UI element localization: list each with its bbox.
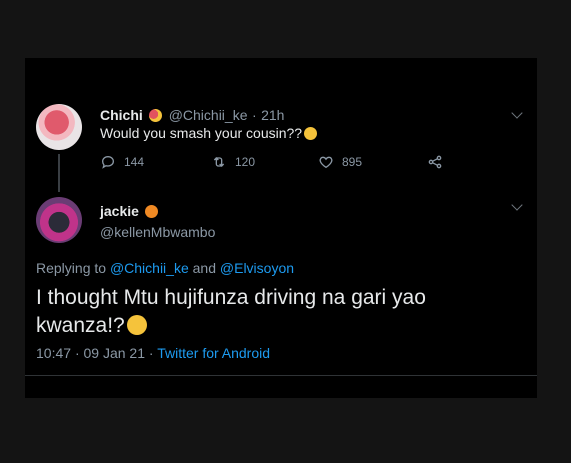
chevron-down-icon[interactable] — [511, 199, 523, 211]
tweet-thread-card: Chichi @Chichii_ke · 21h Would you smash… — [25, 58, 537, 398]
chevron-down-icon[interactable] — [511, 107, 523, 119]
tweet2-name-emoji — [145, 205, 159, 218]
tweet1-handle[interactable]: @Chichii_ke — [169, 107, 248, 123]
tweet2-text: I thought Mtu hujifunza driving na gari … — [36, 286, 426, 337]
bottom-divider — [25, 375, 537, 376]
avatar-jackie[interactable] — [36, 197, 82, 243]
tweet2-text-emoji — [126, 315, 147, 335]
tweet2-meta: 10:47 · 09 Jan 21 · Twitter for Android — [36, 345, 270, 361]
tweet2-header: jackie — [100, 203, 160, 221]
tweet2-display-name[interactable]: jackie — [100, 203, 139, 219]
like-button[interactable]: 895 — [318, 154, 362, 170]
tweet2-time[interactable]: 10:47 — [36, 345, 71, 361]
reply-icon — [101, 155, 115, 169]
tweet1-text: Would you smash your cousin?? — [100, 125, 303, 141]
tweet2-text-block: I thought Mtu hujifunza driving na gari … — [36, 284, 496, 340]
tweet2-meta-separator-1: · — [74, 345, 80, 361]
like-count: 895 — [342, 155, 363, 169]
tweet1-header: Chichi @Chichii_ke · 21h — [100, 107, 284, 125]
like-icon — [319, 156, 333, 169]
reply-button[interactable]: 144 — [100, 154, 144, 170]
tweet2-source[interactable]: Twitter for Android — [157, 345, 270, 361]
share-button[interactable] — [427, 154, 443, 170]
tweet1-separator: · — [251, 107, 257, 123]
tweet2-meta-separator-2: · — [148, 345, 154, 361]
tweet1-time[interactable]: 21h — [261, 107, 284, 123]
replying-and: and — [192, 260, 216, 276]
tweet1-text-row: Would you smash your cousin?? — [100, 125, 319, 141]
replying-to-line: Replying to @Chichii_ke and @Elvisoyon — [36, 260, 294, 276]
replying-prefix: Replying to — [36, 260, 107, 276]
replying-user-link-2[interactable]: @Elvisoyon — [220, 260, 294, 276]
share-icon — [428, 155, 442, 169]
reply-count: 144 — [124, 155, 145, 169]
replying-user-link-1[interactable]: @Chichii_ke — [110, 260, 189, 276]
tweet1-text-emoji — [304, 127, 318, 140]
tweet2-date[interactable]: 09 Jan 21 — [84, 345, 146, 361]
avatar-chichi[interactable] — [36, 104, 82, 150]
tweet1-display-name[interactable]: Chichi — [100, 107, 143, 123]
retweet-icon — [213, 157, 225, 167]
retweet-count: 120 — [235, 155, 256, 169]
retweet-button[interactable]: 120 — [211, 154, 255, 170]
thread-connector-line — [58, 154, 60, 192]
tweet1-name-emoji — [149, 109, 163, 122]
tweet2-handle[interactable]: @kellenMbwambo — [100, 224, 215, 240]
